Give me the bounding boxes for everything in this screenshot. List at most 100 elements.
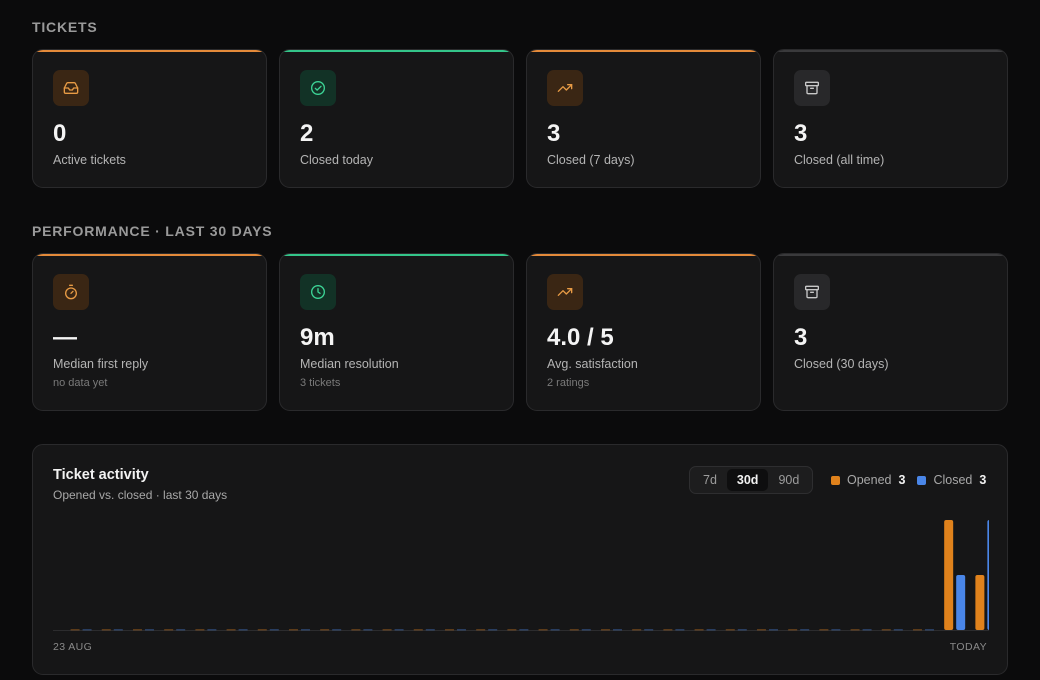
bar-closed-5 bbox=[238, 629, 248, 631]
card-accent-bar bbox=[527, 254, 760, 256]
trending-up-icon bbox=[547, 274, 583, 310]
bar-opened-21 bbox=[725, 629, 735, 631]
metric-value: 3 bbox=[794, 120, 808, 147]
bar-closed-27 bbox=[924, 629, 934, 631]
performance-row: — Median first reply no data yet 9m Median r… bbox=[32, 253, 1008, 411]
bar-opened-7 bbox=[288, 629, 298, 631]
range-tab-30d[interactable]: 30d bbox=[726, 469, 769, 491]
bar-opened-29 bbox=[975, 575, 985, 630]
card-accent-bar bbox=[33, 50, 266, 52]
bar-opened-22 bbox=[756, 629, 766, 631]
bar-opened-28 bbox=[944, 520, 954, 630]
bar-closed-11 bbox=[425, 629, 435, 631]
bar-closed-14 bbox=[519, 629, 529, 631]
metric-label: Closed (all time) bbox=[794, 153, 885, 167]
closed-today-card: 2 Closed today bbox=[279, 49, 514, 188]
performance-section-title: PERFORMANCE · LAST 30 DAYS bbox=[32, 223, 273, 239]
bar-opened-18 bbox=[632, 629, 642, 631]
bar-opened-1 bbox=[101, 629, 111, 631]
check-circle-icon bbox=[300, 70, 336, 106]
card-accent-bar bbox=[774, 50, 1007, 52]
bar-opened-13 bbox=[476, 629, 486, 631]
bar-opened-27 bbox=[912, 629, 922, 631]
legend-opened-count: 3 bbox=[898, 473, 906, 487]
legend-opened-label: Opened bbox=[847, 473, 892, 487]
bar-closed-22 bbox=[768, 629, 778, 631]
metric-value: 4.0 / 5 bbox=[547, 324, 614, 351]
bar-opened-8 bbox=[320, 629, 330, 631]
chart-legend: Opened 3 Closed 3 bbox=[831, 473, 986, 487]
bar-opened-15 bbox=[538, 629, 548, 631]
bar-closed-29 bbox=[987, 520, 989, 630]
legend-opened-swatch bbox=[831, 475, 840, 485]
bar-opened-14 bbox=[507, 629, 517, 631]
bar-opened-9 bbox=[351, 629, 361, 631]
bar-closed-13 bbox=[488, 629, 498, 631]
metric-label: Median first reply bbox=[53, 357, 149, 371]
closed-30-days-card: 3 Closed (30 days) bbox=[773, 253, 1008, 411]
metric-value: 9m bbox=[300, 324, 335, 351]
metric-subtext: 3 tickets bbox=[300, 377, 341, 389]
range-tab-7d[interactable]: 7d bbox=[693, 469, 727, 491]
clock-icon bbox=[300, 274, 336, 310]
bar-closed-10 bbox=[394, 629, 404, 631]
range-tabs: 7d 30d 90d bbox=[689, 466, 814, 494]
metric-value: 3 bbox=[794, 324, 808, 351]
avg-satisfaction-card: 4.0 / 5 Avg. satisfaction 2 ratings bbox=[526, 253, 761, 411]
bar-closed-2 bbox=[144, 629, 154, 631]
median-first-reply-card: — Median first reply no data yet bbox=[32, 253, 267, 411]
trending-up-icon bbox=[547, 70, 583, 106]
card-accent-bar bbox=[280, 50, 513, 52]
closed-all-time-card: 3 Closed (all time) bbox=[773, 49, 1008, 188]
card-accent-bar bbox=[774, 254, 1007, 256]
bar-opened-20 bbox=[694, 629, 704, 631]
active-tickets-card: 0 Active tickets bbox=[32, 49, 267, 188]
x-axis-start-label: 23 AUG bbox=[53, 641, 93, 653]
bar-opened-16 bbox=[569, 629, 579, 631]
card-accent-bar bbox=[527, 50, 760, 52]
legend-closed: Closed 3 bbox=[917, 473, 986, 487]
bar-opened-23 bbox=[788, 629, 798, 631]
bar-opened-12 bbox=[444, 629, 454, 631]
bar-closed-21 bbox=[737, 629, 747, 631]
legend-closed-label: Closed bbox=[933, 473, 973, 487]
archive-icon bbox=[794, 70, 830, 106]
metric-label: Median resolution bbox=[300, 357, 399, 371]
tickets-row: 0 Active tickets 2 Closed today 3 Closed (7 d… bbox=[32, 49, 1008, 188]
bar-closed-4 bbox=[207, 629, 217, 631]
bar-closed-16 bbox=[581, 629, 591, 631]
range-tab-90d[interactable]: 90d bbox=[768, 469, 809, 491]
bar-closed-8 bbox=[332, 629, 342, 631]
bar-closed-3 bbox=[176, 629, 186, 631]
legend-closed-swatch bbox=[917, 475, 927, 485]
closed-7-days-card: 3 Closed (7 days) bbox=[526, 49, 761, 188]
metric-value: 2 bbox=[300, 120, 314, 147]
inbox-icon bbox=[53, 70, 89, 106]
bar-closed-18 bbox=[644, 629, 654, 631]
legend-opened: Opened 3 bbox=[831, 473, 905, 487]
bar-closed-12 bbox=[456, 629, 466, 631]
bar-closed-9 bbox=[363, 629, 373, 631]
bar-closed-1 bbox=[113, 629, 123, 631]
metric-label: Closed today bbox=[300, 153, 373, 167]
bar-opened-0 bbox=[70, 629, 80, 631]
bar-opened-6 bbox=[257, 629, 267, 631]
bar-closed-20 bbox=[706, 629, 716, 631]
bar-closed-26 bbox=[893, 629, 903, 631]
bar-opened-4 bbox=[195, 629, 205, 631]
bar-closed-23 bbox=[800, 629, 810, 631]
bar-opened-26 bbox=[881, 629, 891, 631]
bar-opened-5 bbox=[226, 629, 236, 631]
bar-closed-24 bbox=[831, 629, 841, 631]
metric-value: 0 bbox=[53, 120, 67, 147]
bar-opened-19 bbox=[663, 629, 673, 631]
bar-opened-25 bbox=[850, 629, 860, 631]
activity-bar-chart bbox=[53, 520, 989, 631]
ticket-activity-panel: Ticket activity Opened vs. closed · last… bbox=[32, 444, 1008, 675]
bar-closed-19 bbox=[675, 629, 685, 631]
bar-opened-3 bbox=[164, 629, 174, 631]
metric-label: Active tickets bbox=[53, 153, 126, 167]
bar-closed-17 bbox=[612, 629, 622, 631]
metric-label: Closed (30 days) bbox=[794, 357, 889, 371]
metric-subtext: no data yet bbox=[53, 377, 108, 389]
